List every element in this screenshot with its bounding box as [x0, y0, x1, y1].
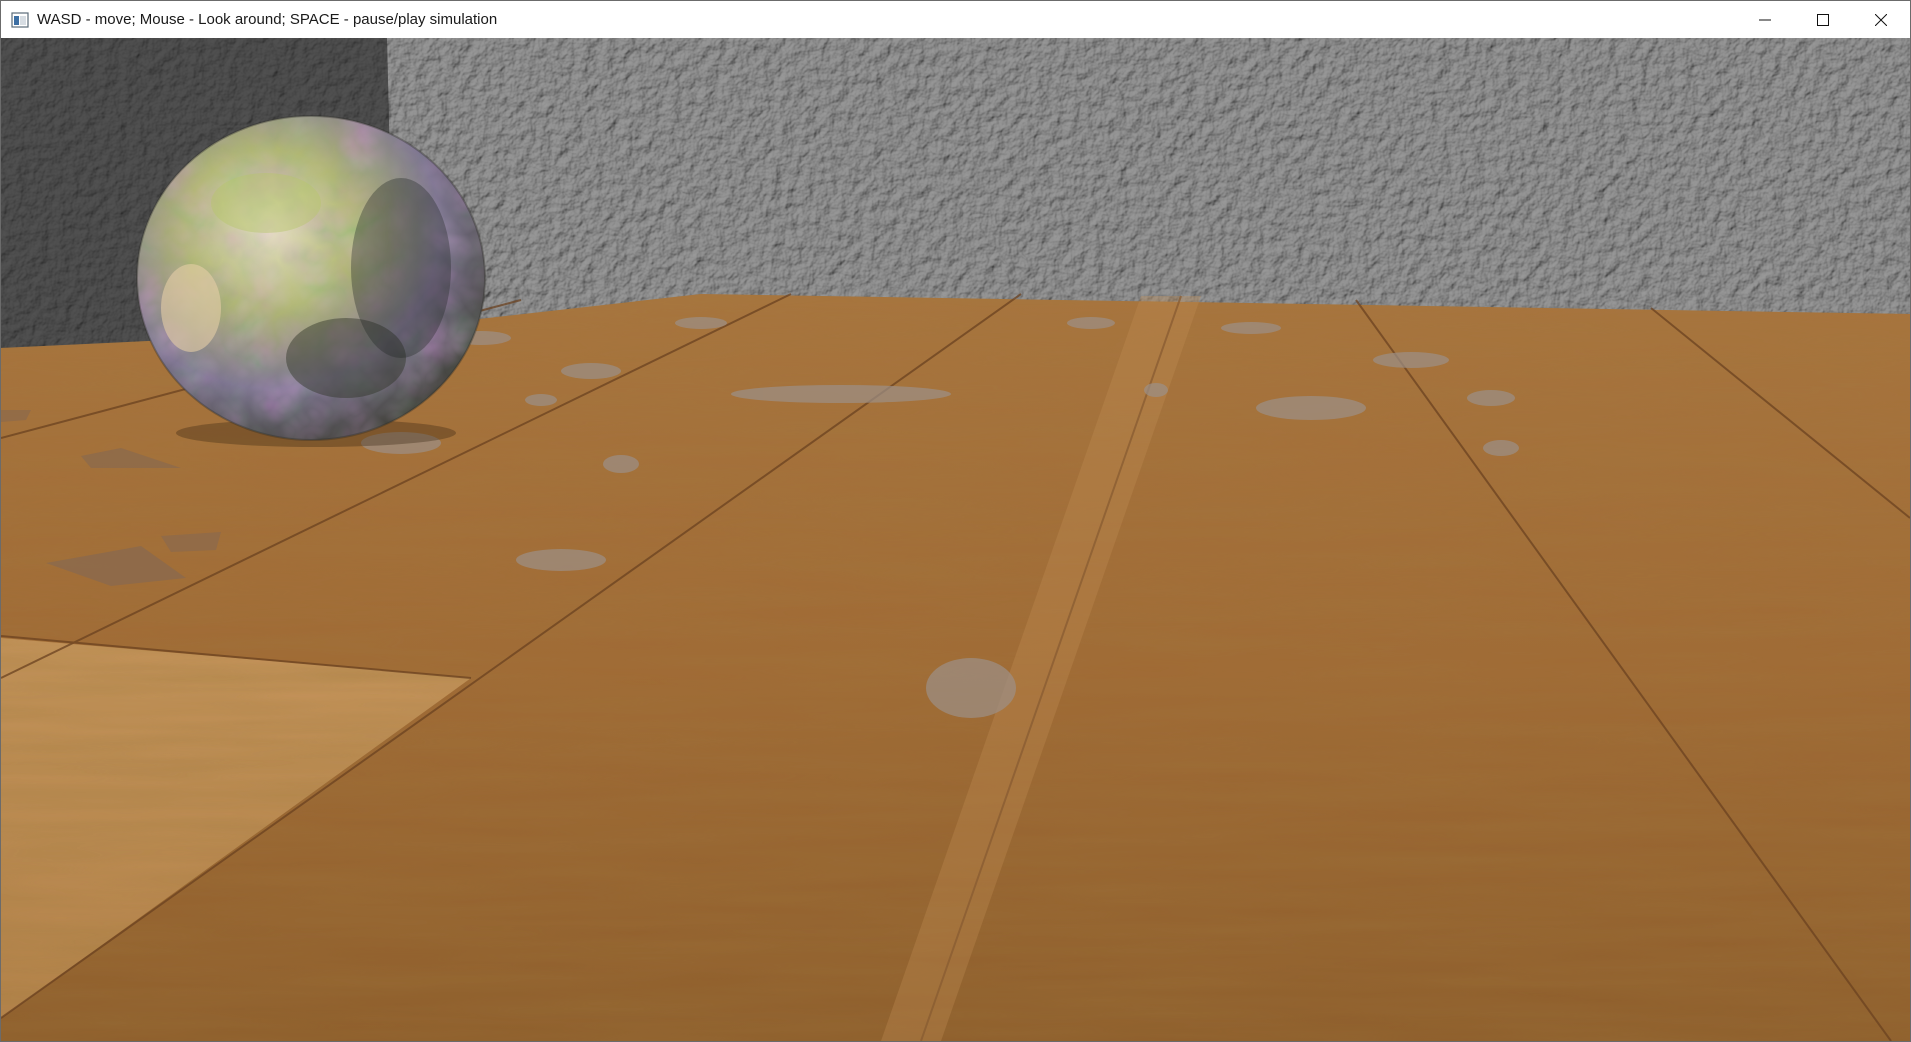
- maximize-button[interactable]: [1794, 1, 1852, 38]
- close-button[interactable]: [1852, 1, 1910, 38]
- maximize-icon: [1817, 13, 1829, 26]
- scene-canvas[interactable]: [1, 38, 1910, 1041]
- 3d-viewport[interactable]: [1, 38, 1910, 1041]
- window-title: WASD - move; Mouse - Look around; SPACE …: [37, 11, 498, 28]
- minimize-icon: [1759, 19, 1771, 20]
- close-icon: [1875, 13, 1887, 26]
- minimize-button[interactable]: [1736, 1, 1794, 38]
- app-window: WASD - move; Mouse - Look around; SPACE …: [0, 0, 1911, 1042]
- app-window-icon: [11, 11, 29, 28]
- title-bar[interactable]: WASD - move; Mouse - Look around; SPACE …: [1, 1, 1910, 38]
